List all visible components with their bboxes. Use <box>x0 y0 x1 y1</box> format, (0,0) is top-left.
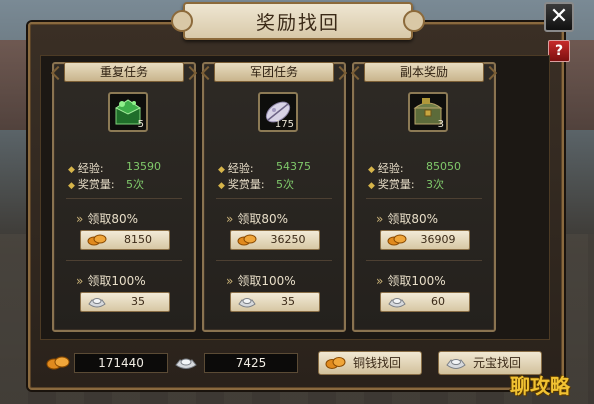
claim-100-label: » 领取100% <box>376 274 446 288</box>
exp-value: 85050 <box>426 160 461 173</box>
item-quantity: 175 <box>274 119 294 130</box>
site-watermark: 聊攻略 <box>510 374 570 398</box>
divider <box>216 260 332 261</box>
claim-100-amount: 35 <box>131 295 145 308</box>
claim-100-button[interactable]: 60 <box>380 292 470 312</box>
copper-coin-icon <box>325 357 346 369</box>
card-tab: 重复任务 <box>64 62 184 82</box>
copper-coin-icon <box>46 356 70 370</box>
reward-item-slot[interactable]: 175 <box>258 92 298 132</box>
claim-100-label: » 领取100% <box>226 274 296 288</box>
divider <box>366 198 482 199</box>
exp-label: 经验: <box>377 162 404 175</box>
claim-80-button[interactable]: 36250 <box>230 230 320 250</box>
copper-recover-button[interactable]: 铜钱找回 <box>318 351 422 375</box>
exp-row: ◆ 经验: 13590 <box>68 160 161 175</box>
claim-100-amount: 60 <box>431 295 445 308</box>
claim-80-button[interactable]: 8150 <box>80 230 170 250</box>
claim-80-label: » 领取80% <box>376 212 439 226</box>
card-tab: 副本奖励 <box>364 62 484 82</box>
ingot-total: 7425 <box>204 353 298 373</box>
copper-recover-label: 铜钱找回 <box>353 356 402 370</box>
bottom-currency-bar: 171440 7425 铜钱找回 元宝找回 <box>40 346 550 380</box>
close-button[interactable]: ✕ <box>544 2 574 32</box>
divider <box>216 198 332 199</box>
exp-label: 经验: <box>227 162 254 175</box>
window-title: 奖励找回 <box>255 11 340 34</box>
divider <box>66 260 182 261</box>
exp-value: 13590 <box>126 160 161 173</box>
claim-100-button[interactable]: 35 <box>80 292 170 312</box>
recovery-card-legion-task: 军团任务 175 ◆ 经验: 54375 ◆ 奖赏量: 5次 » 领取80% 3625… <box>202 62 346 332</box>
claim-100-label: » 领取100% <box>76 274 146 288</box>
chevron-right-icon: » <box>76 274 84 288</box>
exp-row: ◆ 经验: 54375 <box>218 160 311 175</box>
claim-80-amount: 36909 <box>420 233 456 246</box>
claim-80-amount: 8150 <box>124 233 152 246</box>
exp-value: 54375 <box>276 160 311 173</box>
help-button[interactable]: ? <box>548 40 570 62</box>
reward-count-value: 5次 <box>276 178 294 191</box>
item-quantity: 3 <box>437 119 444 130</box>
claim-100-button[interactable]: 35 <box>230 292 320 312</box>
reward-count-label: 奖赏量: <box>77 178 115 191</box>
reward-count-value: 3次 <box>426 178 444 191</box>
reward-count-value: 5次 <box>126 178 144 191</box>
reward-item-slot[interactable]: 5 <box>108 92 148 132</box>
claim-80-amount: 36250 <box>270 233 306 246</box>
silver-ingot-icon <box>88 298 106 308</box>
title-ornament-right-icon <box>403 10 425 32</box>
silver-ingot-icon <box>175 358 197 369</box>
silver-ingot-icon <box>388 298 406 308</box>
copper-coin-icon <box>87 234 107 246</box>
reward-count-row: ◆ 奖赏量: 3次 <box>368 178 444 191</box>
exp-row: ◆ 经验: 85050 <box>368 160 461 175</box>
chevron-right-icon: » <box>376 274 384 288</box>
claim-100-amount: 35 <box>281 295 295 308</box>
copper-total: 171440 <box>74 353 168 373</box>
reward-count-label: 奖赏量: <box>227 178 265 191</box>
reward-count-row: ◆ 奖赏量: 5次 <box>68 178 144 191</box>
reward-count-label: 奖赏量: <box>377 178 415 191</box>
recovery-card-repeat-task: 重复任务 5 ◆ 经验: 13590 ◆ 奖赏量: 5次 » 领取80% 8150 »… <box>52 62 196 332</box>
claim-80-label: » 领取80% <box>76 212 139 226</box>
item-quantity: 5 <box>137 119 144 130</box>
reward-item-slot[interactable]: 3 <box>408 92 448 132</box>
chevron-right-icon: » <box>376 212 384 226</box>
chevron-right-icon: » <box>226 274 234 288</box>
close-icon: ✕ <box>549 4 569 29</box>
recovery-card-dungeon-reward: 副本奖励 3 ◆ 经验: 85050 ◆ 奖赏量: 3次 » 领取80% 36909 … <box>352 62 496 332</box>
divider <box>66 198 182 199</box>
chevron-right-icon: » <box>76 212 84 226</box>
window-title-bar: 奖励找回 <box>171 2 425 40</box>
claim-80-button[interactable]: 36909 <box>380 230 470 250</box>
silver-ingot-icon <box>238 298 256 308</box>
copper-coin-icon <box>237 234 257 246</box>
claim-80-label: » 领取80% <box>226 212 289 226</box>
copper-coin-icon <box>387 234 407 246</box>
reward-count-row: ◆ 奖赏量: 5次 <box>218 178 294 191</box>
title-ornament-left-icon <box>171 10 193 32</box>
silver-ingot-icon <box>446 359 466 369</box>
exp-label: 经验: <box>77 162 104 175</box>
help-icon: ? <box>554 43 564 59</box>
chevron-right-icon: » <box>226 212 234 226</box>
divider <box>366 260 482 261</box>
card-tab: 军团任务 <box>214 62 334 82</box>
